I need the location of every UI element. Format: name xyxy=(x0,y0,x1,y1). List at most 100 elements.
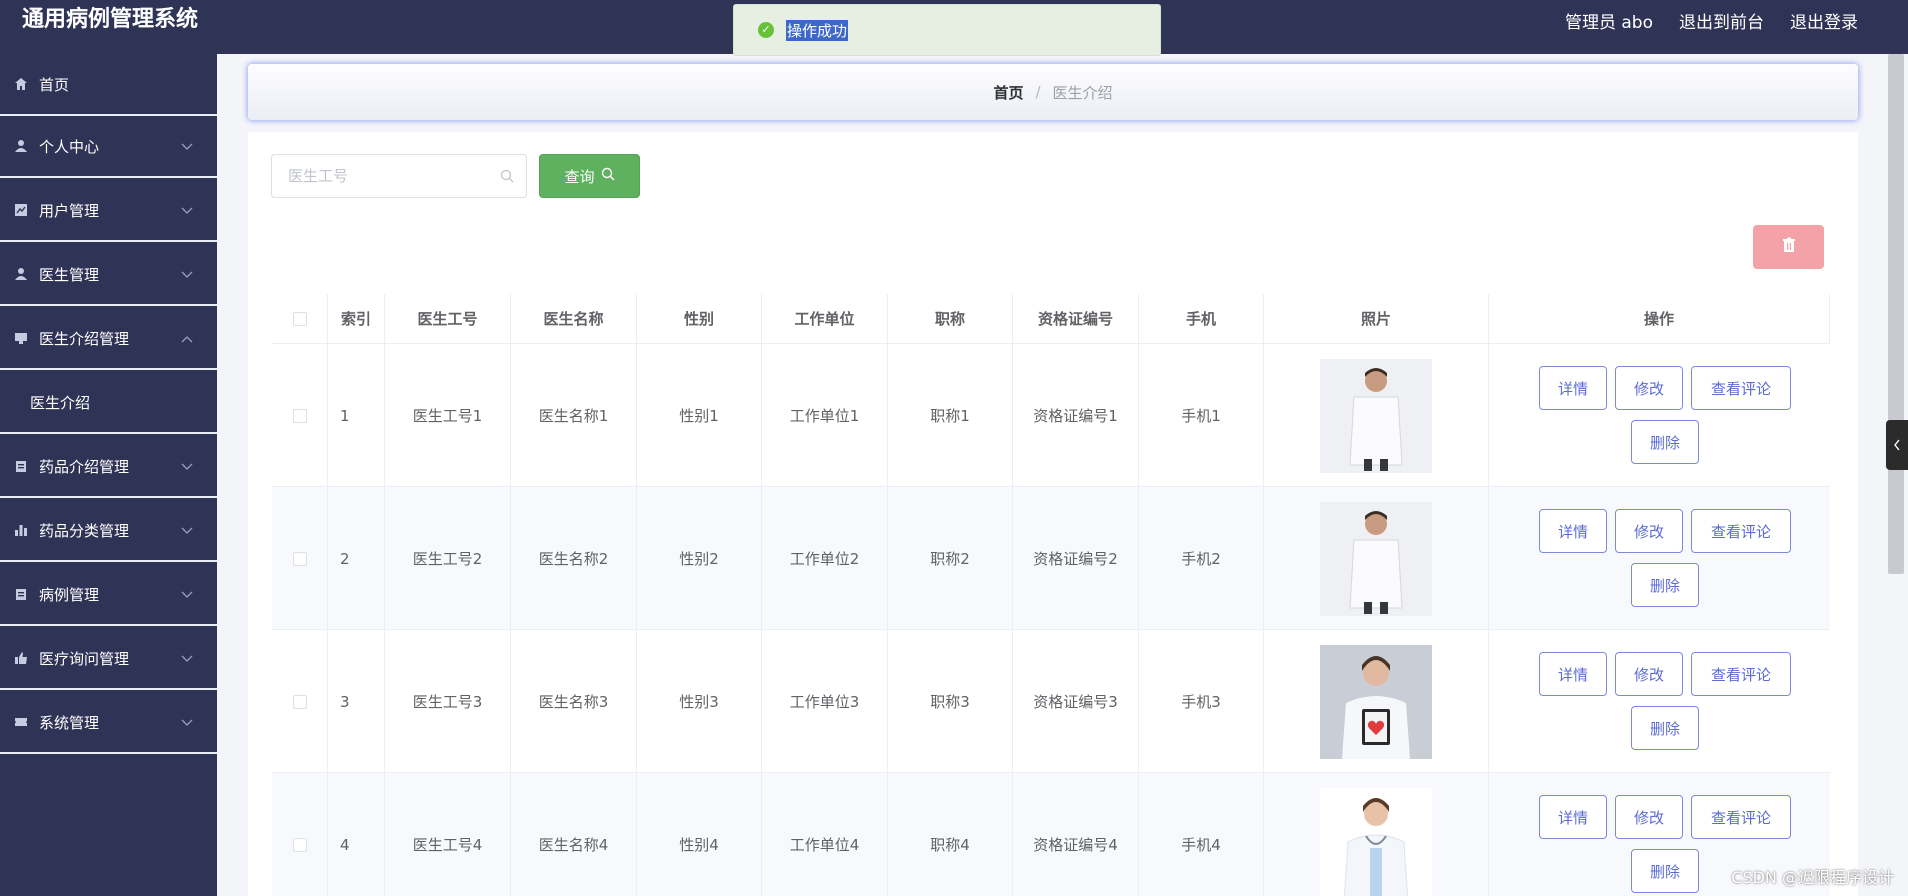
delete-button[interactable]: 删除 xyxy=(1631,706,1699,750)
chevron-down-icon xyxy=(181,436,193,498)
cell-phone: 手机2 xyxy=(1139,487,1264,630)
detail-button[interactable]: 详情 xyxy=(1539,795,1607,839)
chevron-down-icon xyxy=(181,628,193,690)
row-checkbox[interactable] xyxy=(292,551,307,566)
cell-photo xyxy=(1264,344,1489,487)
sidebar-item-label: 医生介绍管理 xyxy=(39,329,130,348)
doctor-photo xyxy=(1320,644,1432,759)
clipboard-icon xyxy=(13,586,29,602)
view-comments-button[interactable]: 查看评论 xyxy=(1691,652,1791,696)
detail-button[interactable]: 详情 xyxy=(1539,509,1607,553)
table-row: 3 医生工号3 医生名称3 性别3 工作单位3 职称3 资格证编号3 手机3 详… xyxy=(272,630,1830,773)
cell-index: 3 xyxy=(328,630,385,773)
cell-gender: 性别4 xyxy=(637,773,762,896)
detail-button[interactable]: 详情 xyxy=(1539,652,1607,696)
chevron-down-icon xyxy=(181,500,193,562)
chevron-down-icon xyxy=(181,564,193,626)
monitor-icon xyxy=(13,330,29,346)
column-header: 索引 xyxy=(328,294,385,344)
sidebar-item-label: 系统管理 xyxy=(39,713,100,732)
breadcrumb: 首页 / 医生介绍 xyxy=(248,64,1858,120)
sidebar-item-home[interactable]: 首页 xyxy=(0,54,217,116)
cell-doctor-id: 医生工号4 xyxy=(385,773,511,896)
view-comments-button[interactable]: 查看评论 xyxy=(1691,366,1791,410)
cell-cert-number: 资格证编号3 xyxy=(1013,630,1139,773)
watermark: CSDN @迟限程序设计 xyxy=(1731,868,1894,887)
cell-doctor-name: 医生名称1 xyxy=(511,344,637,487)
query-button[interactable]: 查询 xyxy=(539,154,640,198)
delete-button[interactable]: 删除 xyxy=(1631,420,1699,464)
select-all-checkbox[interactable] xyxy=(292,312,307,326)
sidebar-item-label: 药品介绍管理 xyxy=(39,457,130,476)
success-toast: ✓ 操作成功 xyxy=(733,4,1161,56)
cell-phone: 手机3 xyxy=(1139,630,1264,773)
logout-link[interactable]: 退出登录 xyxy=(1790,8,1858,33)
cell-title: 职称3 xyxy=(888,630,1013,773)
sidebar-item-doctor-intro-management[interactable]: 医生介绍管理 xyxy=(0,308,217,370)
back-to-front-link[interactable]: 退出到前台 xyxy=(1679,8,1764,33)
row-checkbox[interactable] xyxy=(292,837,307,852)
sidebar-item-drug-intro-management[interactable]: 药品介绍管理 xyxy=(0,436,217,498)
search-icon xyxy=(500,168,514,187)
cell-index: 2 xyxy=(328,487,385,630)
cell-title: 职称2 xyxy=(888,487,1013,630)
delete-button[interactable]: 删除 xyxy=(1631,563,1699,607)
cell-actions: 详情 修改 查看评论 删除 xyxy=(1489,344,1830,487)
doctor-id-search-input[interactable] xyxy=(288,155,498,197)
cell-gender: 性别2 xyxy=(637,487,762,630)
sidebar-item-medical-inquiry-management[interactable]: 医疗询问管理 xyxy=(0,628,217,690)
page-scrollbar[interactable] xyxy=(1888,54,1904,574)
breadcrumb-current: 医生介绍 xyxy=(1052,83,1113,102)
sidebar-item-personal-center[interactable]: 个人中心 xyxy=(0,116,217,178)
cell-phone: 手机4 xyxy=(1139,773,1264,896)
column-header: 医生名称 xyxy=(511,294,637,344)
row-checkbox[interactable] xyxy=(292,694,307,709)
sidebar-item-system-management[interactable]: 系统管理 xyxy=(0,692,217,754)
sidebar-item-label: 用户管理 xyxy=(39,201,100,220)
sidebar-item-drug-category-management[interactable]: 药品分类管理 xyxy=(0,500,217,562)
user-icon xyxy=(13,266,29,282)
chevron-down-icon xyxy=(181,692,193,754)
cell-title: 职称4 xyxy=(888,773,1013,896)
cell-gender: 性别1 xyxy=(637,344,762,487)
check-circle-icon: ✓ xyxy=(758,22,774,38)
chevron-down-icon xyxy=(181,180,193,242)
cell-work-unit: 工作单位4 xyxy=(762,773,888,896)
column-header: 职称 xyxy=(888,294,1013,344)
header-select-all[interactable] xyxy=(272,294,328,344)
sidebar-item-doctor-management[interactable]: 医生管理 xyxy=(0,244,217,306)
column-header: 资格证编号 xyxy=(1013,294,1139,344)
row-select-cell xyxy=(272,773,328,896)
cell-gender: 性别3 xyxy=(637,630,762,773)
view-comments-button[interactable]: 查看评论 xyxy=(1691,509,1791,553)
edit-button[interactable]: 修改 xyxy=(1615,652,1683,696)
view-comments-button[interactable]: 查看评论 xyxy=(1691,795,1791,839)
row-checkbox[interactable] xyxy=(292,408,307,423)
cell-phone: 手机1 xyxy=(1139,344,1264,487)
detail-button[interactable]: 详情 xyxy=(1539,366,1607,410)
edit-button[interactable]: 修改 xyxy=(1615,509,1683,553)
edit-button[interactable]: 修改 xyxy=(1615,366,1683,410)
collapse-side-tab[interactable] xyxy=(1886,420,1908,470)
sidebar-item-user-management[interactable]: 用户管理 xyxy=(0,180,217,242)
breadcrumb-home[interactable]: 首页 xyxy=(993,82,1023,103)
main-content: 查询 索引 医生工号 医生名称 性别 工作单位 职称 资格证编号 手机 照片 操… xyxy=(248,132,1858,896)
sidebar-subitem-doctor-intro[interactable]: 医生介绍 xyxy=(0,372,217,434)
table-header: 索引 医生工号 医生名称 性别 工作单位 职称 资格证编号 手机 照片 操作 xyxy=(272,294,1830,344)
edit-button[interactable]: 修改 xyxy=(1615,795,1683,839)
sidebar-item-label: 医生介绍 xyxy=(30,393,91,412)
home-icon xyxy=(13,76,29,92)
sidebar-item-label: 医疗询问管理 xyxy=(39,649,130,668)
doctor-photo xyxy=(1320,358,1432,473)
delete-button[interactable]: 删除 xyxy=(1631,849,1699,893)
cell-cert-number: 资格证编号1 xyxy=(1013,344,1139,487)
cell-title: 职称1 xyxy=(888,344,1013,487)
search-box[interactable] xyxy=(271,154,527,198)
ticket-icon xyxy=(13,714,29,730)
bulk-delete-button[interactable] xyxy=(1753,225,1824,269)
table-row: 4 医生工号4 医生名称4 性别4 工作单位4 职称4 资格证编号4 手机4 详… xyxy=(272,773,1830,896)
sidebar-item-case-management[interactable]: 病例管理 xyxy=(0,564,217,626)
cell-photo xyxy=(1264,487,1489,630)
chevron-up-icon xyxy=(181,308,193,370)
app-title: 通用病例管理系统 xyxy=(22,7,199,32)
